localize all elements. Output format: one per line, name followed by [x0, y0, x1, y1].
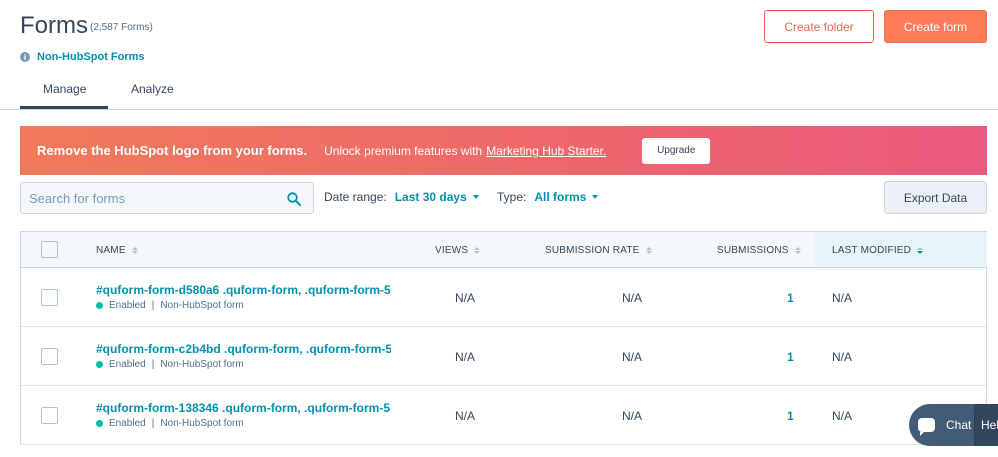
page-title: Forms [20, 12, 88, 39]
form-name-link[interactable]: #quform-form-d580a6 .quform-form, .qufor… [96, 283, 391, 297]
views-cell: N/A [455, 291, 476, 305]
table-row: #quform-form-138346 .quform-form, .qufor… [21, 386, 986, 445]
status-dot-icon [96, 420, 103, 427]
tab-manage[interactable]: Manage [43, 82, 86, 96]
forms-table: Name Views Submission rate Submissions L… [20, 231, 987, 445]
submission-rate-cell: N/A [622, 409, 643, 423]
column-header-submissions[interactable]: Submissions [717, 245, 801, 256]
date-range-label: Date range: [324, 190, 387, 204]
non-hubspot-forms-link[interactable]: i Non-HubSpot Forms [20, 51, 145, 63]
upgrade-banner: Remove the HubSpot logo from your forms.… [20, 126, 987, 175]
sort-icon [131, 247, 138, 254]
non-hubspot-forms-label: Non-HubSpot Forms [37, 51, 145, 63]
forms-count: (2,587 Forms) [90, 22, 153, 33]
meta-divider: | [151, 300, 155, 311]
submissions-link[interactable]: 1 [787, 291, 794, 305]
form-status: Enabled [109, 418, 146, 429]
views-cell: N/A [455, 350, 476, 364]
submission-rate-cell: N/A [622, 291, 643, 305]
form-type: Non-HubSpot form [160, 300, 244, 311]
tab-analyze[interactable]: Analyze [131, 82, 174, 96]
column-header-name[interactable]: Name [96, 245, 138, 256]
help-button[interactable]: Help [974, 404, 998, 446]
search-input[interactable] [29, 189, 279, 207]
chat-label: Chat [946, 418, 972, 432]
form-type: Non-HubSpot form [160, 418, 244, 429]
chevron-down-icon [592, 195, 599, 199]
form-meta: Enabled | Non-HubSpot form [96, 300, 244, 311]
create-form-button[interactable]: Create form [884, 10, 987, 43]
type-filter[interactable]: Type: All forms [497, 190, 599, 204]
status-dot-icon [96, 361, 103, 368]
marketing-hub-link[interactable]: Marketing Hub Starter. [486, 144, 606, 158]
submissions-link[interactable]: 1 [787, 409, 794, 423]
sort-icon [794, 247, 801, 254]
table-row: #quform-form-d580a6 .quform-form, .qufor… [21, 268, 986, 327]
search-box [20, 182, 314, 214]
type-value[interactable]: All forms [534, 190, 586, 204]
form-type: Non-HubSpot form [160, 359, 244, 370]
form-status: Enabled [109, 359, 146, 370]
export-data-button[interactable]: Export Data [884, 181, 987, 214]
create-folder-button[interactable]: Create folder [764, 10, 874, 43]
chat-button[interactable]: Chat [909, 404, 974, 446]
sort-icon [474, 247, 481, 254]
table-row: #quform-form-c2b4bd .quform-form, .qufor… [21, 327, 986, 386]
upgrade-button[interactable]: Upgrade [642, 137, 711, 164]
last-modified-cell: N/A [832, 350, 853, 364]
search-icon[interactable] [287, 192, 301, 206]
column-header-last-modified[interactable]: Last modified [832, 245, 924, 256]
form-name-link[interactable]: #quform-form-c2b4bd .quform-form, .qufor… [96, 342, 391, 356]
tab-bar: Manage Analyze [0, 70, 998, 110]
active-tab-indicator [20, 106, 108, 109]
table-header: Name Views Submission rate Submissions L… [21, 232, 987, 268]
banner-headline: Remove the HubSpot logo from your forms. [37, 143, 308, 158]
date-range-filter[interactable]: Date range: Last 30 days [324, 190, 479, 204]
sort-icon [645, 247, 652, 254]
form-meta: Enabled | Non-HubSpot form [96, 418, 244, 429]
banner-text: Unlock premium features with [324, 143, 483, 158]
page-header: Forms (2,587 Forms) Create folder Create… [0, 0, 998, 110]
status-dot-icon [96, 302, 103, 309]
last-modified-cell: N/A [832, 409, 853, 423]
views-cell: N/A [455, 409, 476, 423]
column-header-submission-rate[interactable]: Submission rate [545, 245, 652, 256]
sort-desc-icon [917, 247, 924, 254]
last-modified-cell: N/A [832, 291, 853, 305]
type-label: Type: [497, 190, 527, 204]
date-range-value[interactable]: Last 30 days [395, 190, 467, 204]
chevron-down-icon [472, 195, 479, 199]
form-name-link[interactable]: #quform-form-138346 .quform-form, .qufor… [96, 401, 391, 415]
info-icon: i [20, 52, 30, 62]
form-meta: Enabled | Non-HubSpot form [96, 359, 244, 370]
meta-divider: | [151, 359, 155, 370]
row-checkbox[interactable] [41, 407, 58, 424]
column-header-views[interactable]: Views [435, 245, 481, 256]
submission-rate-cell: N/A [622, 350, 643, 364]
chat-bubble-icon [918, 418, 935, 436]
form-status: Enabled [109, 300, 146, 311]
meta-divider: | [151, 418, 155, 429]
submissions-link[interactable]: 1 [787, 350, 794, 364]
select-all-checkbox[interactable] [41, 241, 58, 258]
row-checkbox[interactable] [41, 348, 58, 365]
row-checkbox[interactable] [41, 289, 58, 306]
